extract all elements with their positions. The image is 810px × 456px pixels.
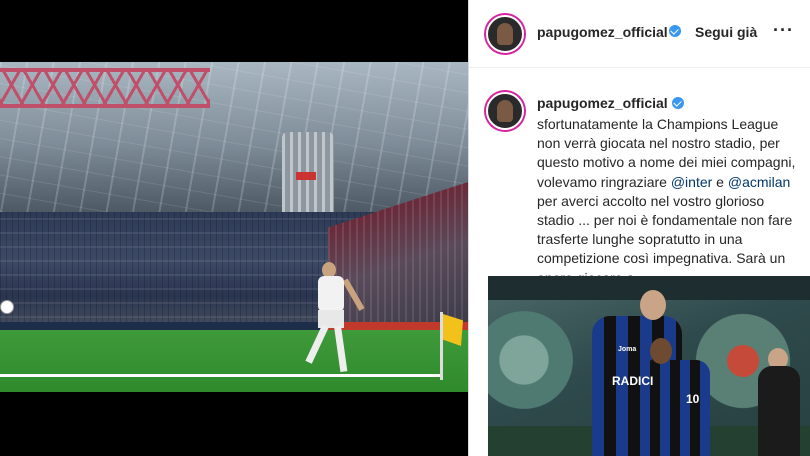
jersey-number: 10 — [686, 392, 700, 406]
caption-username[interactable]: papugomez_official — [537, 95, 684, 111]
caption-segment: e — [712, 173, 728, 190]
jersey-sponsor: RADICI — [612, 374, 654, 388]
caption-segment: per averci accolto nel vostro glorioso s… — [537, 192, 793, 286]
avatar[interactable] — [486, 15, 524, 53]
header-username[interactable]: papugomez_official — [537, 24, 668, 40]
mention-link-inter[interactable]: @inter — [671, 174, 712, 190]
ball — [0, 300, 14, 314]
player-figure — [300, 262, 380, 382]
post-photo[interactable] — [0, 62, 468, 392]
avatar[interactable] — [486, 92, 524, 130]
verified-badge-icon — [671, 97, 684, 109]
mention-link-acmilan[interactable]: @acmilan — [728, 174, 790, 190]
verified-badge-icon — [665, 23, 681, 39]
caption-username-text[interactable]: papugomez_official — [537, 95, 668, 111]
post-header: papugomez_official Segui già ··· — [469, 0, 810, 68]
follow-button[interactable]: Segui già — [695, 24, 757, 40]
pitch — [0, 330, 468, 392]
caption-text: sfortunatamente la Champions League non … — [537, 115, 799, 288]
inset-photo: Joma RADICI 10 — [488, 276, 810, 456]
roof-truss — [0, 68, 210, 108]
post-media — [0, 0, 468, 456]
jersey-brand: Joma — [618, 346, 637, 353]
more-options-icon[interactable]: ··· — [773, 20, 794, 41]
corner-flag-pole — [440, 312, 443, 380]
